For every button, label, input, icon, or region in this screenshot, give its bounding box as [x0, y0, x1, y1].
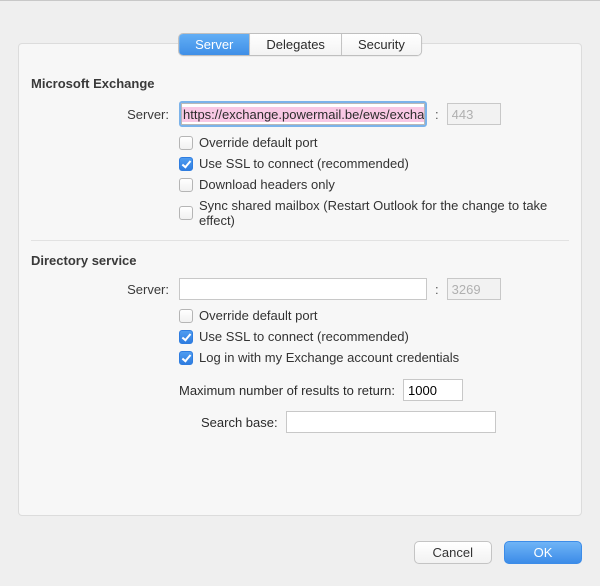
directory-override-port-row: Override default port [31, 308, 569, 323]
directory-use-ssl-label: Use SSL to connect (recommended) [199, 329, 409, 344]
exchange-override-port-checkbox[interactable] [179, 136, 193, 150]
exchange-sync-shared-label: Sync shared mailbox (Restart Outlook for… [199, 198, 569, 228]
exchange-port-input[interactable] [447, 103, 501, 125]
preferences-window: Server Delegates Security Microsoft Exch… [0, 0, 600, 586]
tab-delegates-label: Delegates [266, 37, 325, 52]
directory-login-exchange-row: Log in with my Exchange account credenti… [31, 350, 569, 365]
exchange-port-separator: : [435, 107, 439, 122]
section-divider [31, 240, 569, 241]
exchange-headers-only-checkbox[interactable] [179, 178, 193, 192]
directory-login-exchange-label: Log in with my Exchange account credenti… [199, 350, 459, 365]
directory-use-ssl-checkbox[interactable] [179, 330, 193, 344]
exchange-sync-shared-checkbox[interactable] [179, 206, 193, 220]
dialog-footer: Cancel OK [414, 541, 582, 564]
directory-max-results-label: Maximum number of results to return: [179, 383, 395, 398]
exchange-headers-only-row: Download headers only [31, 177, 569, 192]
tab-server-label: Server [195, 37, 233, 52]
exchange-section-title: Microsoft Exchange [31, 76, 569, 91]
directory-max-results-row: Maximum number of results to return: [31, 379, 569, 401]
content-panel: Microsoft Exchange Server: https://excha… [18, 43, 582, 516]
tab-security-label: Security [358, 37, 405, 52]
exchange-server-value: https://exchange.powermail.be/ews/exchan… [182, 107, 425, 122]
exchange-use-ssl-checkbox[interactable] [179, 157, 193, 171]
directory-section-title: Directory service [31, 253, 569, 268]
exchange-server-row: Server: https://exchange.powermail.be/ew… [31, 101, 569, 127]
tab-security[interactable]: Security [342, 34, 421, 55]
ok-button-label: OK [534, 545, 553, 560]
exchange-use-ssl-row: Use SSL to connect (recommended) [31, 156, 569, 171]
directory-use-ssl-row: Use SSL to connect (recommended) [31, 329, 569, 344]
exchange-use-ssl-label: Use SSL to connect (recommended) [199, 156, 409, 171]
cancel-button-label: Cancel [433, 545, 473, 560]
exchange-server-input[interactable]: https://exchange.powermail.be/ews/exchan… [181, 103, 425, 125]
directory-server-row: Server: : [31, 278, 569, 300]
directory-max-results-input[interactable] [403, 379, 463, 401]
tab-delegates[interactable]: Delegates [250, 34, 342, 55]
directory-port-input[interactable] [447, 278, 501, 300]
exchange-override-port-row: Override default port [31, 135, 569, 150]
directory-server-label: Server: [31, 282, 179, 297]
directory-override-port-checkbox[interactable] [179, 309, 193, 323]
exchange-server-label: Server: [31, 107, 179, 122]
directory-search-base-input[interactable] [286, 411, 496, 433]
directory-search-base-row: Search base: [31, 411, 569, 433]
exchange-headers-only-label: Download headers only [199, 177, 335, 192]
tab-server[interactable]: Server [179, 34, 250, 55]
ok-button[interactable]: OK [504, 541, 582, 564]
directory-search-base-label: Search base: [201, 415, 278, 430]
directory-server-input[interactable] [179, 278, 427, 300]
exchange-override-port-label: Override default port [199, 135, 318, 150]
cancel-button[interactable]: Cancel [414, 541, 492, 564]
exchange-sync-shared-row: Sync shared mailbox (Restart Outlook for… [31, 198, 569, 228]
directory-login-exchange-checkbox[interactable] [179, 351, 193, 365]
exchange-server-focus-ring: https://exchange.powermail.be/ews/exchan… [179, 101, 427, 127]
tab-bar: Server Delegates Security [178, 33, 422, 56]
directory-port-separator: : [435, 282, 439, 297]
directory-override-port-label: Override default port [199, 308, 318, 323]
